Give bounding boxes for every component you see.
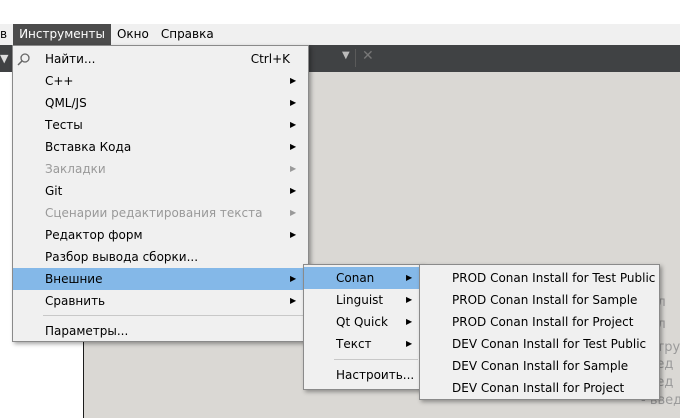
menu-item-label: Параметры... [45,324,129,338]
menu-item-text[interactable]: Текст ▶ [304,333,422,355]
menu-item-label: PROD Conan Install for Sample [452,293,638,307]
close-icon[interactable]: ✕ [362,48,374,64]
menu-item-dev-test-public[interactable]: DEV Conan Install for Test Public [420,333,659,355]
search-icon [17,53,30,66]
menu-item-parse-build-output[interactable]: Разбор вывода сборки... [13,246,308,268]
menubar-item-build[interactable]: в [0,24,13,45]
menu-item-label: Редактор форм [45,228,143,242]
menu-item-label: Закладки [45,162,106,176]
submenu-arrow-icon: ▶ [290,164,297,173]
menu-item-label: Настроить... [336,368,415,382]
menu-item-qmljs[interactable]: QML/JS ▶ [13,92,308,114]
submenu-arrow-icon: ▶ [290,98,297,107]
menu-item-label: Сравнить [45,294,106,308]
menu-item-form-editor[interactable]: Редактор форм ▶ [13,224,308,246]
menu-item-label: Внешние [45,272,103,286]
menu-item-snippets[interactable]: Вставка Кода ▶ [13,136,308,158]
submenu-arrow-icon: ▶ [406,317,413,326]
menu-item-label: Linguist [336,293,384,307]
menubar-item-window[interactable]: Окно [111,24,155,45]
submenu-arrow-icon: ▶ [290,142,297,151]
menu-item-bookmarks: Закладки ▶ [13,158,308,180]
menu-item-git[interactable]: Git ▶ [13,180,308,202]
conan-submenu: PROD Conan Install for Test Public PROD … [419,264,660,400]
menu-item-diff[interactable]: Сравнить ▶ [13,290,308,312]
menu-item-label: Текст [336,337,372,351]
submenu-arrow-icon: ▶ [290,208,297,217]
filter-icon[interactable]: ▼ [0,52,12,66]
submenu-arrow-icon: ▶ [406,295,413,304]
menu-item-label: Qt Quick [336,315,388,329]
submenu-arrow-icon: ▶ [290,120,297,129]
submenu-arrow-icon: ▶ [290,76,297,85]
menu-item-qt-quick[interactable]: Qt Quick ▶ [304,311,422,333]
menu-item-cpp[interactable]: C++ ▶ [13,70,308,92]
toolbar-separator [355,49,356,67]
submenu-arrow-icon: ▶ [290,274,297,283]
menubar-item-tools[interactable]: Инструменты [13,24,111,45]
submenu-arrow-icon: ▶ [406,339,413,348]
menu-item-linguist[interactable]: Linguist ▶ [304,289,422,311]
menu-item-label: DEV Conan Install for Test Public [452,337,647,351]
menu-item-label: DEV Conan Install for Sample [452,359,629,373]
menu-item-label: Сценарии редактирования текста [45,206,263,220]
menu-item-dev-sample[interactable]: DEV Conan Install for Sample [420,355,659,377]
menubar-item-help[interactable]: Справка [155,24,220,45]
external-submenu: Conan ▶ Linguist ▶ Qt Quick ▶ Текст ▶ На… [303,264,423,390]
dropdown-arrow-icon[interactable]: ▼ [342,50,350,61]
menu-item-label: QML/JS [45,96,87,110]
menu-item-prod-test-public[interactable]: PROD Conan Install for Test Public [420,267,659,289]
menu-item-text-editing-macros: Сценарии редактирования текста ▶ [13,202,308,224]
menu-item-label: PROD Conan Install for Test Public [452,271,656,285]
menu-separator [334,359,418,360]
menu-item-label: PROD Conan Install for Project [452,315,634,329]
menu-item-label: Git [45,184,63,198]
menu-item-label: DEV Conan Install for Project [452,381,625,395]
menu-item-prod-project[interactable]: PROD Conan Install for Project [420,311,659,333]
window-titlebar [0,0,680,24]
menu-item-find[interactable]: Найти... Ctrl+K [13,48,308,70]
menu-item-dev-project[interactable]: DEV Conan Install for Project [420,377,659,399]
menu-item-label: Найти... [45,52,96,66]
menu-item-options[interactable]: Параметры... [13,320,308,342]
submenu-arrow-icon: ▶ [290,230,297,239]
menu-item-external[interactable]: Внешние ▶ [13,268,308,290]
submenu-arrow-icon: ▶ [290,296,297,305]
tools-menu: Найти... Ctrl+K C++ ▶ QML/JS ▶ Тесты ▶ В… [12,45,309,342]
menu-item-tests[interactable]: Тесты ▶ [13,114,308,136]
menu-item-prod-sample[interactable]: PROD Conan Install for Sample [420,289,659,311]
menu-item-label: Тесты [45,118,83,132]
menu-item-conan[interactable]: Conan ▶ [304,267,422,289]
submenu-arrow-icon: ▶ [290,186,297,195]
menu-item-configure[interactable]: Настроить... [304,364,422,386]
submenu-arrow-icon: ▶ [406,273,413,282]
menu-item-label: Вставка Кода [45,140,132,154]
menu-item-label: C++ [45,74,74,88]
menu-item-label: Conan [336,271,375,285]
menubar: в Инструменты Окно Справка [0,24,680,45]
shortcut-label: Ctrl+K [250,52,290,66]
menu-separator [43,315,304,316]
menu-item-label: Разбор вывода сборки... [45,250,199,264]
